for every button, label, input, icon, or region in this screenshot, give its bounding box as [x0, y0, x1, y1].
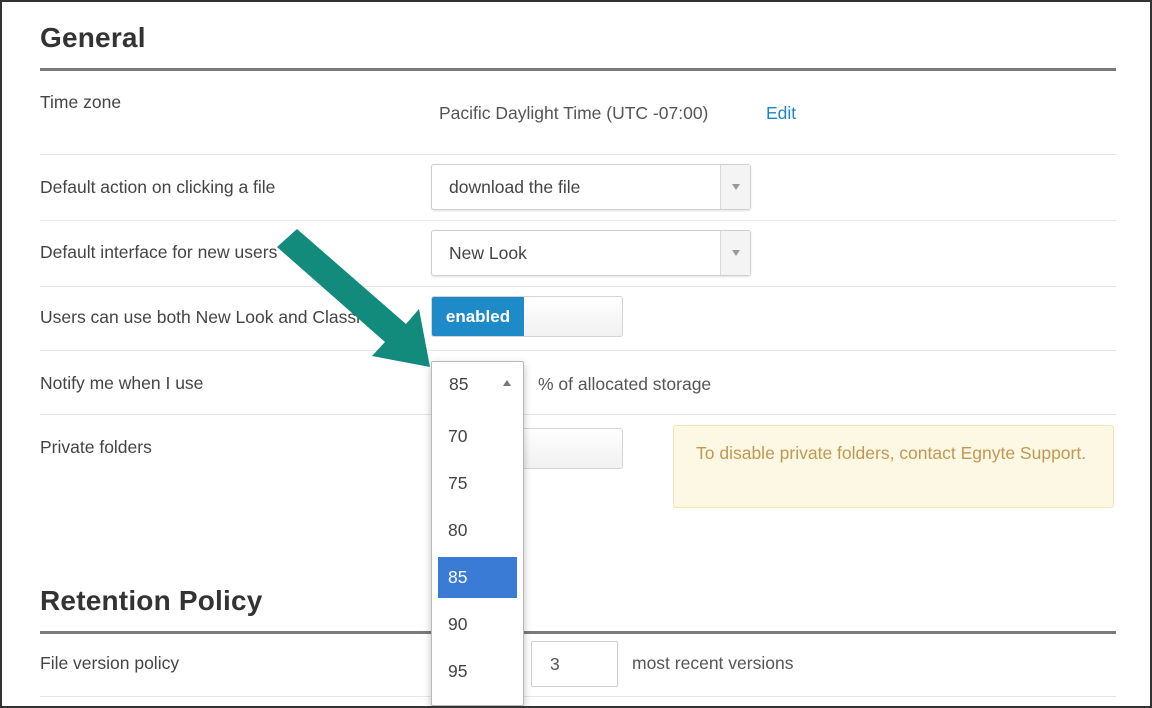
time-zone-value: Pacific Daylight Time (UTC -07:00)	[439, 103, 709, 123]
chevron-down-icon[interactable]	[720, 165, 750, 209]
default-action-select[interactable]: download the file	[431, 164, 751, 210]
retention-section-divider	[40, 631, 1116, 634]
both-interfaces-toggle[interactable]: enabled	[431, 296, 623, 337]
dropdown-option-selected[interactable]: 85	[438, 557, 517, 598]
row-divider	[40, 286, 1116, 287]
retention-section-title: Retention Policy	[40, 585, 263, 616]
time-zone-label: Time zone	[40, 92, 122, 112]
private-folders-notice: To disable private folders, contact Egny…	[673, 425, 1114, 508]
dropdown-option[interactable]: 90	[438, 604, 517, 645]
file-version-input[interactable]: 3	[531, 641, 618, 687]
row-divider	[40, 154, 1116, 155]
annotation-arrow-icon	[277, 229, 430, 367]
dropdown-option[interactable]: 95	[438, 651, 517, 692]
default-interface-label: Default interface for new users	[40, 242, 278, 262]
general-section-title: General	[40, 22, 146, 53]
chevron-down-icon[interactable]	[720, 231, 750, 275]
dropdown-option[interactable]: 70	[438, 416, 517, 457]
general-section-divider	[40, 68, 1116, 71]
row-divider	[40, 696, 1116, 697]
notify-label: Notify me when I use	[40, 373, 204, 393]
dropdown-option[interactable]: 75	[438, 463, 517, 504]
chevron-up-icon[interactable]	[503, 380, 511, 386]
edit-time-zone-link[interactable]: Edit	[766, 103, 796, 124]
row-divider	[40, 350, 1116, 351]
settings-panel: General Time zone Pacific Daylight Time …	[0, 0, 1152, 708]
dropdown-option[interactable]: 80	[438, 510, 517, 551]
default-action-label: Default action on clicking a file	[40, 177, 276, 197]
notify-suffix: % of allocated storage	[538, 374, 712, 394]
default-interface-selected-value: New Look	[449, 242, 527, 263]
row-divider	[40, 220, 1116, 221]
default-interface-select[interactable]: New Look	[431, 230, 751, 276]
file-version-label: File version policy	[40, 653, 180, 673]
default-action-selected-value: download the file	[449, 176, 581, 197]
toggle-knob[interactable]	[524, 297, 622, 336]
row-divider	[40, 414, 1116, 415]
private-folders-label: Private folders	[40, 437, 152, 457]
notify-threshold-dropdown[interactable]: 85 70 75 80 85 90 95	[431, 361, 524, 706]
file-version-suffix: most recent versions	[632, 653, 794, 673]
